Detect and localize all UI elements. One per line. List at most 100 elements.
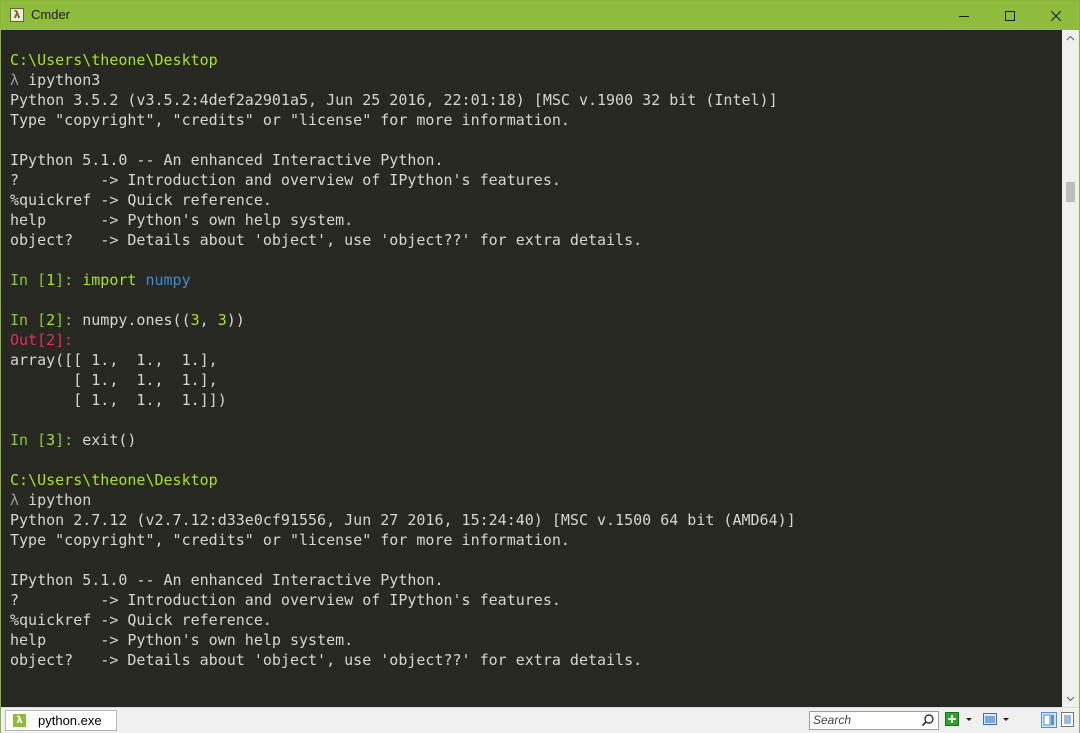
terminal-line: In [2]: numpy.ones((3, 3)) (10, 310, 796, 330)
terminal-line: [ 1., 1., 1.]]) (10, 390, 796, 410)
terminal-text: ? -> Introduction and overview of IPytho… (10, 591, 561, 609)
terminal-text: In [ (10, 311, 47, 329)
terminal-line: λ ipython3 (10, 70, 796, 90)
terminal-line: ? -> Introduction and overview of IPytho… (10, 170, 796, 190)
terminal-line: C:\Users\theone\Desktop (10, 50, 796, 70)
terminal-text: Out[ (10, 331, 47, 349)
search-input[interactable] (810, 712, 921, 729)
cmder-window: λ Cmder C:\Users\theone\Desktop λ ipython… (0, 0, 1080, 733)
terminal-text: exit() (82, 431, 137, 449)
terminal-text: object? -> Details about 'object', use '… (10, 651, 643, 669)
terminal-text: 1 (46, 271, 56, 289)
terminal-text: object? -> Details about 'object', use '… (10, 231, 643, 249)
lambda-app-icon[interactable]: λ (10, 8, 24, 22)
terminal-text: Python 3.5.2 (v3.5.2:4def2a2901a5, Jun 2… (10, 91, 778, 109)
terminal-text: %quickref -> Quick reference. (10, 611, 272, 629)
terminal-line: Type "copyright", "credits" or "license"… (10, 110, 796, 130)
terminal-text: ipython3 (28, 71, 101, 89)
terminal-text: IPython 5.1.0 -- An enhanced Interactive… (10, 571, 444, 589)
vertical-scrollbar[interactable] (1062, 30, 1079, 707)
scroll-thumb[interactable] (1066, 182, 1075, 202)
terminal-text: import (82, 271, 137, 289)
terminal-text: IPython 5.1.0 -- An enhanced Interactive… (10, 151, 444, 169)
tab-label: python.exe (38, 713, 102, 728)
search-box[interactable] (809, 711, 939, 730)
terminal-text: , (199, 311, 218, 329)
terminal-text: λ (10, 491, 29, 509)
search-icon[interactable] (921, 713, 935, 727)
scroll-down-icon[interactable] (1066, 694, 1075, 703)
terminal-pane[interactable]: C:\Users\theone\Desktop λ ipython3 Python … (1, 30, 1062, 707)
terminal-text: λ (10, 71, 29, 89)
terminal-text: [ 1., 1., 1.]]) (10, 391, 227, 409)
lambda-tab-icon: λ (13, 714, 26, 727)
terminal-text: ]: (55, 311, 83, 329)
split-view-icon[interactable] (1041, 712, 1057, 728)
terminal-line: Out[2]: (10, 330, 796, 350)
terminal-text: In [ (10, 431, 47, 449)
terminal-line: In [3]: exit() (10, 430, 796, 450)
terminal-text: help -> Python's own help system. (10, 211, 354, 229)
terminal-line: %quickref -> Quick reference. (10, 610, 796, 630)
terminal-text: 3 (46, 431, 56, 449)
terminal-output: C:\Users\theone\Desktop λ ipython3 Python … (10, 30, 796, 670)
terminal-text: Type "copyright", "credits" or "license"… (10, 111, 570, 129)
terminal-line: object? -> Details about 'object', use '… (10, 650, 796, 670)
terminal-line: object? -> Details about 'object', use '… (10, 230, 796, 250)
terminal-text: Type "copyright", "credits" or "license"… (10, 531, 570, 549)
terminal-text: Python 2.7.12 (v2.7.12:d33e0cf91556, Jun… (10, 511, 796, 529)
minimize-icon (959, 15, 969, 17)
terminal-line: Python 3.5.2 (v3.5.2:4def2a2901a5, Jun 2… (10, 90, 796, 110)
window-title: Cmder (31, 7, 71, 22)
terminal-text: 2 (46, 331, 56, 349)
terminal-line: IPython 5.1.0 -- An enhanced Interactive… (10, 570, 796, 590)
terminal-text: ]: (55, 271, 83, 289)
maximize-button[interactable] (987, 1, 1033, 30)
terminal-text: ? -> Introduction and overview of IPytho… (10, 171, 561, 189)
terminal-text: %quickref -> Quick reference. (10, 191, 272, 209)
terminal-text: [ 1., 1., 1.], (10, 371, 218, 389)
terminal-line: [ 1., 1., 1.], (10, 370, 796, 390)
terminal-text: ]: (55, 431, 83, 449)
settings-panel-icon[interactable] (1061, 712, 1075, 728)
terminal-text: ]: (55, 331, 74, 349)
terminal-text: C:\Users\theone\Desktop (10, 471, 218, 489)
new-console-icon[interactable] (945, 712, 959, 726)
terminal-text: 3 (190, 311, 200, 329)
terminal-text: numpy.ones(( (82, 311, 191, 329)
minimize-button[interactable] (941, 1, 987, 30)
status-bar: λ python.exe (1, 707, 1079, 733)
terminal-line: help -> Python's own help system. (10, 630, 796, 650)
chevron-down-icon[interactable] (964, 712, 974, 726)
chevron-down-icon[interactable] (1001, 712, 1011, 726)
terminal-text: ipython (28, 491, 92, 509)
console-layout-icon[interactable] (982, 712, 998, 726)
terminal-text: )) (226, 311, 245, 329)
scroll-up-icon[interactable] (1066, 34, 1075, 43)
console-tab[interactable]: λ python.exe (5, 710, 117, 731)
terminal-line: Type "copyright", "credits" or "license"… (10, 530, 796, 550)
terminal-text: In [ (10, 271, 47, 289)
title-bar[interactable]: λ Cmder (1, 1, 1079, 30)
terminal-line: Python 2.7.12 (v2.7.12:d33e0cf91556, Jun… (10, 510, 796, 530)
terminal-line: C:\Users\theone\Desktop (10, 470, 796, 490)
terminal-line: %quickref -> Quick reference. (10, 190, 796, 210)
close-button[interactable] (1033, 1, 1079, 30)
terminal-text: array([[ 1., 1., 1.], (10, 351, 218, 369)
terminal-line: ? -> Introduction and overview of IPytho… (10, 590, 796, 610)
terminal-line: In [1]: import numpy (10, 270, 796, 290)
terminal-text: numpy (145, 271, 191, 289)
terminal-line: λ ipython (10, 490, 796, 510)
terminal-text: 3 (217, 311, 227, 329)
terminal-line: IPython 5.1.0 -- An enhanced Interactive… (10, 150, 796, 170)
maximize-icon (1005, 10, 1015, 21)
terminal-line: help -> Python's own help system. (10, 210, 796, 230)
terminal-text: 2 (46, 311, 56, 329)
